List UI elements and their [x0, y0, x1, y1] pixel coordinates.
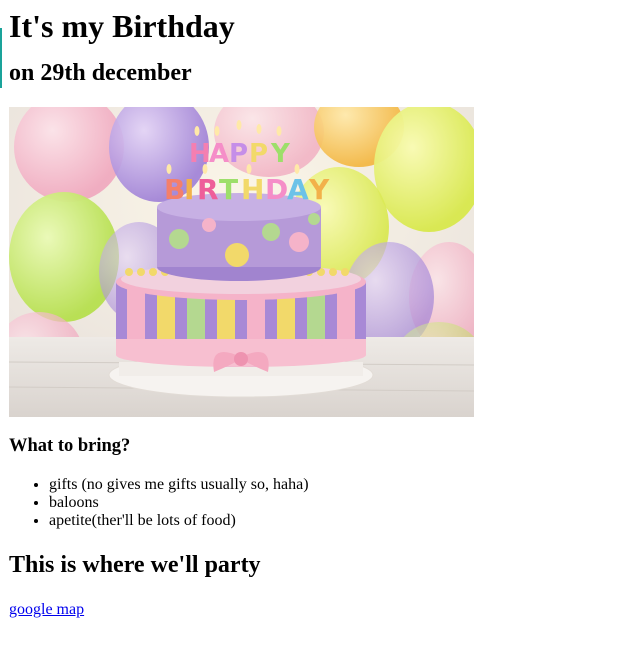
google-map-link[interactable]: google map [9, 601, 84, 619]
birthday-cake-image: H A P P Y B I R T H D A Y [9, 107, 474, 417]
page-subtitle: on 29th december [9, 60, 192, 86]
svg-text:A: A [287, 173, 309, 206]
party-location-heading: This is where we'll party [9, 552, 261, 578]
list-item: apetite(ther'll be lots of food) [49, 512, 629, 530]
left-accent-bar [0, 28, 2, 88]
svg-text:R: R [197, 173, 219, 206]
svg-text:A: A [209, 139, 229, 169]
svg-text:Y: Y [270, 139, 291, 169]
what-to-bring-heading: What to bring? [9, 436, 131, 456]
list-item: baloons [49, 494, 629, 512]
list-item: gifts (no gives me gifts usually so, hah… [49, 476, 629, 494]
page-content: It's my Birthday on 29th december H A P … [9, 0, 629, 619]
svg-text:H: H [189, 139, 211, 169]
page-title: It's my Birthday [9, 8, 235, 44]
svg-text:I: I [184, 173, 194, 206]
bring-list: gifts (no gives me gifts usually so, hah… [9, 476, 629, 530]
svg-text:Y: Y [308, 173, 330, 206]
svg-text:D: D [265, 173, 288, 206]
svg-text:P: P [229, 139, 248, 169]
svg-text:T: T [219, 173, 238, 206]
svg-text:P: P [249, 139, 268, 169]
svg-text:B: B [164, 173, 185, 206]
svg-text:H: H [241, 173, 264, 206]
